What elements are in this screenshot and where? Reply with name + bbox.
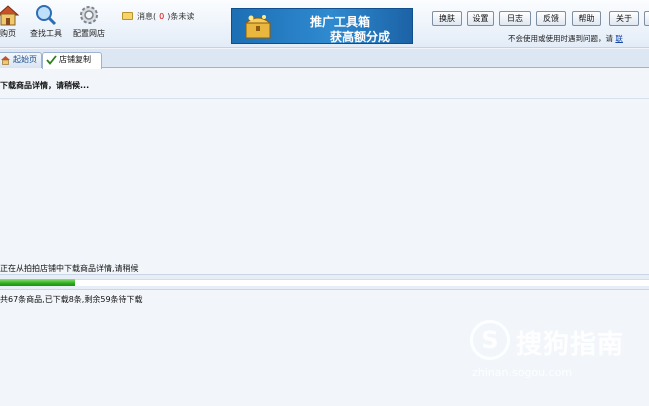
help-notice-text: 不会使用或使用时遇到问题，请 (508, 34, 613, 43)
overflow-button[interactable] (644, 11, 649, 26)
feedback-button[interactable]: 反馈 (536, 11, 566, 26)
home-icon (1, 56, 10, 65)
unread-count: 0 (159, 12, 165, 21)
progress-fill (0, 279, 75, 286)
download-progress-bar (0, 274, 649, 290)
tab-shop-copy[interactable]: 店铺复制 (42, 52, 102, 69)
tab-start-page[interactable]: 起始页 (0, 52, 42, 68)
tab-start-page-label: 起始页 (13, 55, 37, 64)
help-notice: 不会使用或使用时遇到问题，请 联 (508, 33, 623, 44)
promo-banner[interactable]: 推广工具箱 获高额分成 (231, 8, 413, 44)
divider (0, 98, 649, 99)
gear-icon (80, 6, 98, 24)
main-toolbar: 购页 查找工具 配置网店 消息(0)条未读 推广工具箱 获高额分成 换肤 设置 … (0, 0, 649, 48)
progress-trough (0, 279, 649, 286)
unread-messages[interactable]: 消息(0)条未读 (122, 11, 194, 22)
loading-message: 下载商品详情，请稍候... (0, 81, 90, 90)
help-notice-link[interactable]: 联 (615, 34, 623, 43)
home-icon (0, 5, 20, 26)
treasure-chest-icon (244, 15, 272, 39)
skin-button[interactable]: 换肤 (432, 11, 462, 26)
banner-line2: 获高额分成 (330, 30, 391, 44)
main-panel: 下载商品详情，请稍候... 正在从拍拍店铺中下载商品详情,请稍候 共67条商品,… (0, 69, 649, 406)
messages-suffix: )条未读 (167, 12, 195, 21)
envelope-icon (122, 12, 133, 20)
log-button[interactable]: 日志 (499, 11, 531, 26)
magnifier-icon (36, 5, 57, 26)
home-button[interactable]: 购页 (0, 4, 22, 39)
find-tools-button[interactable]: 查找工具 (27, 4, 65, 39)
checkmark-icon (46, 55, 57, 65)
settings-button[interactable]: 设置 (467, 11, 494, 26)
about-button[interactable]: 关于 (609, 11, 639, 26)
configure-shop-button[interactable]: 配置网店 (70, 4, 108, 39)
find-tools-label: 查找工具 (30, 29, 62, 38)
home-button-label: 购页 (0, 29, 16, 38)
tab-shop-copy-label: 店铺复制 (59, 55, 91, 64)
help-button[interactable]: 帮助 (572, 11, 601, 26)
download-summary: 共67条商品,已下载8条,剩余59条待下载 (0, 295, 143, 304)
configure-shop-label: 配置网店 (73, 29, 105, 38)
messages-prefix: 消息( (137, 12, 157, 21)
tab-bar: 起始页 店铺复制 (0, 49, 649, 69)
download-status: 正在从拍拍店铺中下载商品详情,请稍候 (0, 264, 139, 273)
